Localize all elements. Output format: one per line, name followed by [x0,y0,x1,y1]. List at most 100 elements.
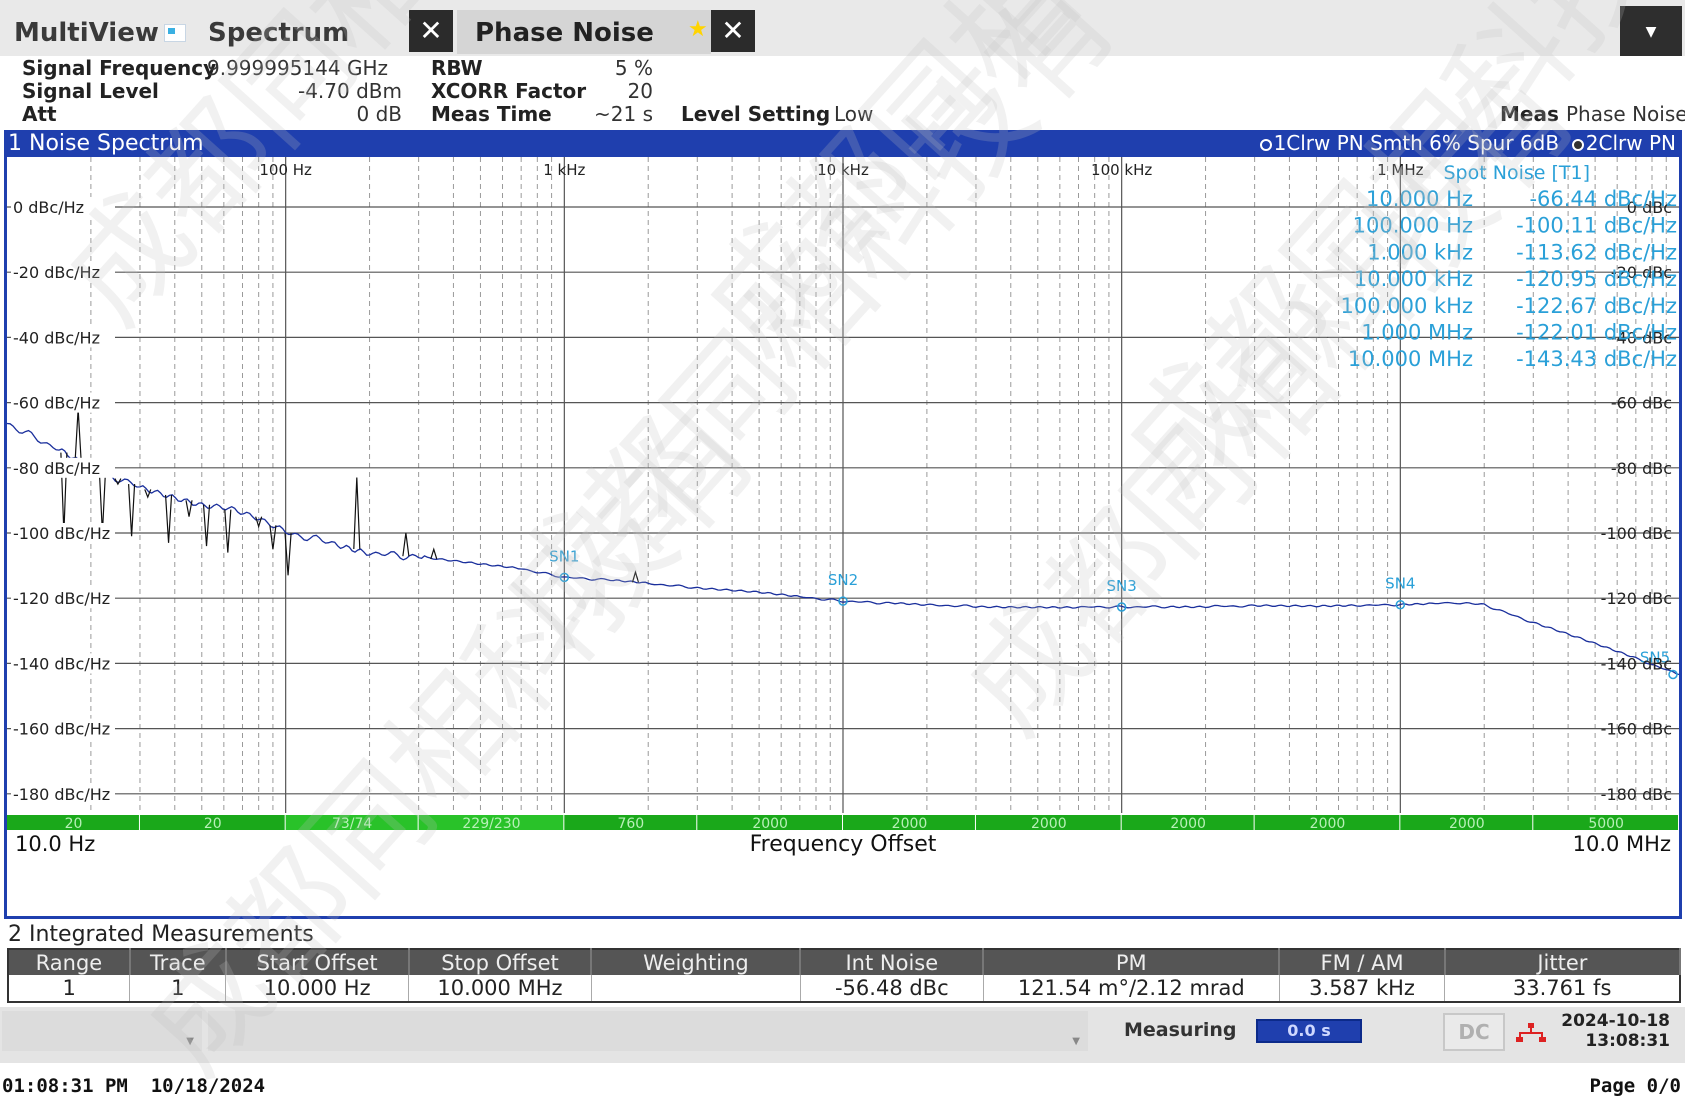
star-icon: ★ [688,17,708,42]
table-cell: 33.761 fs [1444,975,1681,1002]
y-tick-label-left: -40 dBc/Hz [13,328,100,347]
table-row[interactable]: 1 1 10.000 Hz 10.000 MHz -56.48 dBc 121.54 m°… [8,975,1681,1002]
x-axis-title: Frequency Offset [750,832,937,857]
y-tick-label-right: -80 dBc [1611,459,1672,478]
noise-spectrum-title-bar[interactable]: 1 Noise Spectrum 1Clrw PN Smth 6% Spur 6… [4,130,1682,157]
xcorr-segment-label: 2000 [752,816,788,832]
spot-noise-frequency: 1.000 MHz [1361,321,1473,345]
column-header-start-offset: Start Offset [225,949,410,975]
signal-level-label: Signal Level [22,79,159,103]
spot-noise-value: -120.95 dBc/Hz [1516,267,1677,291]
close-spectrum-tab-button[interactable]: ✕ [409,10,453,52]
noise-spectrum-title: 1 Noise Spectrum [8,131,204,156]
sweep-progress: 0.0 s [1256,1019,1362,1043]
trace2-legend-label: 2Clrw PN [1585,131,1676,155]
spot-noise-frequency: 10.000 kHz [1354,267,1473,291]
level-setting-label: Level Setting [681,102,831,126]
trace-2-spur [202,504,211,547]
close-phase-noise-tab-button[interactable]: ✕ [711,10,755,52]
spot-noise-frequency: 100.000 kHz [1341,294,1474,318]
spot-noise-title: Spot Noise [T1] [1444,162,1591,184]
xcorr-segment-label: 5000 [1588,816,1624,832]
xcorr-segment-label: 20 [204,816,222,832]
trace-2-spur [430,547,438,560]
xcorr-segment-label: 2000 [1449,816,1485,832]
trace-2-spur [224,509,232,553]
footer-timestamp: 01:08:31 PM 10/18/2024 [2,1075,266,1097]
x-stop-label: 10.0 MHz [1573,832,1671,856]
column-header-jitter: Jitter [1444,949,1682,975]
tab-bar: MultiView Spectrum ✕ Phase Noise ★ ✕ ▼ [0,0,1685,64]
xcorr-segment-label: 2000 [1170,816,1206,832]
integrated-measurements-title[interactable]: 2 Integrated Measurements [4,922,1682,948]
trace1-dot-icon [1259,138,1272,151]
xcorr-factor-value: 20 [627,79,653,103]
spot-noise-value: -122.01 dBc/Hz [1516,321,1677,345]
tab-spectrum[interactable]: Spectrum [208,12,349,54]
spot-noise-frequency: 100.000 Hz [1353,214,1473,238]
chevron-down-icon: ▼ [186,1036,194,1047]
multiview-icon [164,24,186,42]
status-bar: ▼ ▼ Measuring 0.0 s DC 2024-10-18 13:08:… [0,1007,1685,1063]
status-field-2[interactable]: ▼ [208,1011,1088,1051]
y-tick-label-left: -120 dBc/Hz [13,589,110,608]
table-cell: 10.000 Hz [225,975,410,1002]
att-label: Att [22,102,57,126]
settings-summary: Signal Frequency 9.999995144 GHz Signal … [0,56,1685,130]
marker-label: SN2 [828,571,858,589]
trace-2-spur [164,494,173,543]
trace-2-spur [128,483,136,537]
y-tick-label-left: -180 dBc/Hz [13,785,110,804]
spot-noise-value: -113.62 dBc/Hz [1516,240,1677,264]
xcorr-factor-label: XCORR Factor [431,79,587,103]
att-value: 0 dB [356,102,403,126]
spot-noise-value: -66.44 dBc/Hz [1529,187,1677,211]
dc-coupling-button[interactable]: DC [1443,1013,1505,1051]
table-cell: -56.48 dBc [800,975,984,1002]
xcorr-segment-label: 2000 [1310,816,1346,832]
network-icon [1516,1023,1546,1042]
status-field-1[interactable]: ▼ [2,1011,202,1051]
trace-2-spur [402,532,410,557]
spot-noise-frequency: 10.000 Hz [1366,187,1473,211]
x-tick-label: 10 kHz [817,161,869,179]
spot-noise-frequency: 10.000 MHz [1348,347,1473,371]
trace-2-spur [353,477,361,550]
integrated-measurements-table: Range Trace Start Offset Stop Offset Weighti… [7,948,1682,1003]
y-tick-label-left: 0 dBc/Hz [13,198,84,217]
x-tick-label: 100 Hz [259,161,312,179]
x-tick-label: 1 MHz [1377,161,1424,179]
trace-2-spur [74,409,82,461]
spot-noise-value: -100.11 dBc/Hz [1516,214,1677,238]
footer-page-number: Page 0/0 [1589,1075,1681,1097]
table-cell: 121.54 m°/2.12 mrad [983,975,1280,1002]
column-header-trace: Trace [129,949,227,975]
signal-frequency-label: Signal Frequency [22,56,217,80]
table-cell: 1 [129,975,227,1002]
table-cell: 10.000 MHz [408,975,592,1002]
spot-noise-value: -122.67 dBc/Hz [1516,294,1677,318]
xcorr-segment-label: 2000 [1031,816,1067,832]
meas-time-value: ~21 s [594,102,653,126]
y-tick-label-left: -20 dBc/Hz [13,263,100,282]
signal-level-value: -4.70 dBm [297,79,402,103]
x-tick-label: 1 kHz [543,161,585,179]
meas-time-label: Meas Time [431,102,552,126]
tab-phase-noise[interactable]: Phase Noise [475,12,654,54]
table-cell [591,975,801,1002]
y-tick-label-right: -100 dBc [1601,524,1672,543]
noise-spectrum-plot[interactable]: 20 20 73/74 229/230 760 2000 2000 2000 2000 2000 2… [7,157,1679,917]
xcorr-segment-label: 229/230 [462,816,520,832]
x-tick-label: 100 kHz [1091,161,1152,179]
y-tick-label-left: -140 dBc/Hz [13,654,110,673]
print-footer: 01:08:31 PM 10/18/2024 Page 0/0 [0,1063,1685,1099]
column-header-weighting: Weighting [591,949,802,975]
trace-2-spur [185,500,193,517]
status-datetime: 2024-10-18 13:08:31 [1560,1011,1670,1051]
dropdown-menu-button[interactable]: ▼ [1620,6,1682,58]
tab-multiview[interactable]: MultiView [14,12,159,54]
level-setting-value: Low [834,102,874,126]
marker-label: SN3 [1107,577,1137,595]
column-header-int-noise: Int Noise [800,949,985,975]
y-tick-label-left: -60 dBc/Hz [13,394,100,413]
